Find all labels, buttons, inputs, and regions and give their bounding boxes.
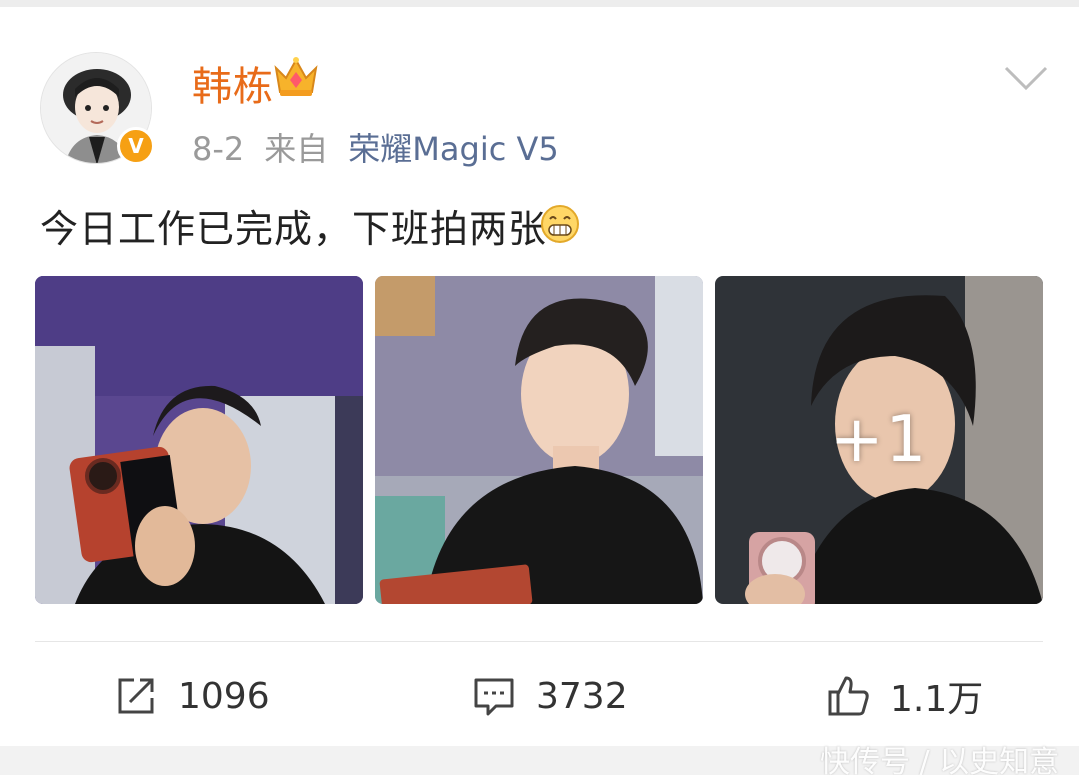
repost-icon	[118, 678, 154, 714]
like-button[interactable]: 1.1万	[826, 670, 983, 722]
source-device-link[interactable]: 荣耀Magic V5	[348, 130, 558, 168]
chevron-down-icon[interactable]	[1002, 64, 1050, 92]
username[interactable]: 韩栋	[192, 54, 274, 112]
comment-icon	[474, 678, 514, 716]
like-count: 1.1万	[890, 679, 984, 720]
crown-icon[interactable]	[272, 56, 320, 98]
post-meta: 8-2 来自 荣耀Magic V5	[192, 124, 579, 170]
post-text: 今日工作已完成，下班拍两张！	[40, 207, 587, 251]
thumbs-up-icon	[828, 676, 869, 716]
comment-count: 3732	[536, 675, 628, 717]
watermark: 快传号 / 以史知意	[820, 745, 1060, 775]
weibo-post-card: V 韩栋 8-2 来自 荣耀Magic V5 今日工作已完成，下班拍两张！ +1…	[0, 0, 1079, 775]
post-photo-3[interactable]: +1	[715, 276, 1043, 604]
grin-emoji-icon	[541, 205, 579, 243]
source-prefix: 来自	[264, 130, 329, 168]
post-photo-2[interactable]	[375, 276, 703, 604]
divider	[35, 641, 1043, 642]
more-images-count[interactable]: +1	[715, 276, 1043, 604]
post-date: 8-2	[192, 130, 245, 168]
post-photo-1[interactable]	[35, 276, 363, 604]
repost-count: 1096	[178, 675, 270, 717]
top-separator	[0, 0, 1079, 7]
verified-badge: V	[117, 127, 155, 165]
repost-button[interactable]: 1096	[114, 670, 270, 722]
comment-button[interactable]: 3732	[472, 670, 628, 722]
